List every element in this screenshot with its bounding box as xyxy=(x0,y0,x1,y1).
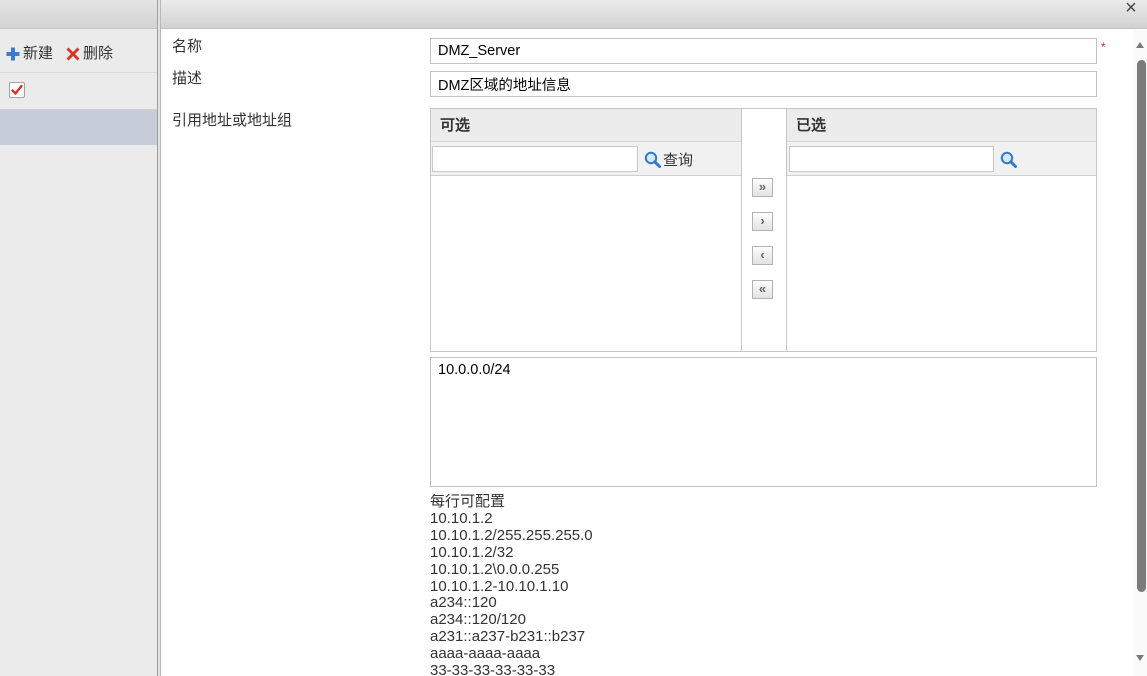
scroll-down-arrow-icon[interactable] xyxy=(1136,655,1144,661)
help-line: 每行可配置 xyxy=(430,494,506,510)
help-line: 10.10.1.2 xyxy=(430,509,493,527)
help-line: 10.10.1.2/255.255.255.0 xyxy=(430,526,593,544)
scroll-thumb[interactable] xyxy=(1137,60,1146,592)
delete-x-icon xyxy=(66,47,80,61)
selected-title: 已选 xyxy=(787,109,1096,142)
transfer-buttons: » › ‹ « xyxy=(741,109,787,351)
help-line: a231::a237-b231::b237 xyxy=(430,628,586,646)
available-search-input[interactable] xyxy=(432,146,638,172)
available-title: 可选 xyxy=(431,109,741,142)
delete-button-label: 删除 xyxy=(83,45,114,62)
delete-button[interactable]: 删除 xyxy=(66,40,113,68)
sidebar: 新建 删除 xyxy=(0,0,158,676)
add-all-button[interactable]: » xyxy=(752,178,773,197)
help-text: 每行可配置 10.10.1.2 10.10.1.2/255.255.255.0 … xyxy=(430,494,1090,676)
selected-search-input[interactable] xyxy=(789,146,994,172)
address-dialog: × 名称 * 描述 引用地址或地址组 可选 查询 xyxy=(161,0,1147,676)
close-icon[interactable]: × xyxy=(1123,0,1139,19)
help-line: 10.10.1.2\0.0.0.255 xyxy=(430,560,560,578)
search-icon xyxy=(644,151,661,168)
selected-search-bar xyxy=(787,142,1096,176)
help-line: aaaa-aaaa-aaaa xyxy=(430,645,541,663)
address-textarea[interactable]: 10.0.0.0/24 xyxy=(430,357,1097,487)
add-button[interactable]: › xyxy=(752,212,773,231)
new-button[interactable]: 新建 xyxy=(6,40,53,68)
reference-label: 引用地址或地址组 xyxy=(172,112,293,129)
dual-list-selector: 可选 查询 » › ‹ « 已选 xyxy=(430,108,1097,352)
sidebar-row-selected[interactable] xyxy=(0,110,157,145)
help-line: 10.10.1.2/32 xyxy=(430,543,514,561)
available-pane: 可选 查询 xyxy=(431,109,741,351)
sidebar-toolbar: 新建 删除 xyxy=(0,40,157,68)
required-mark: * xyxy=(1101,40,1106,54)
sidebar-row[interactable] xyxy=(0,72,157,110)
scroll-up-arrow-icon[interactable] xyxy=(1136,42,1144,48)
remove-all-button[interactable]: « xyxy=(752,280,773,299)
selected-pane: 已选 xyxy=(787,109,1096,351)
available-search-label: 查询 xyxy=(663,151,694,169)
selected-list[interactable] xyxy=(787,176,1096,351)
description-label: 描述 xyxy=(172,70,203,87)
help-line: a234::120/120 xyxy=(430,611,526,629)
vertical-scrollbar[interactable] xyxy=(1134,30,1147,676)
dialog-header: × xyxy=(161,0,1147,29)
help-line: 33-33-33-33-33-33 xyxy=(430,662,556,676)
description-input[interactable] xyxy=(430,71,1097,97)
search-icon xyxy=(1000,151,1017,168)
new-button-label: 新建 xyxy=(23,45,54,62)
sidebar-header xyxy=(0,0,157,29)
available-search-bar: 查询 xyxy=(431,142,741,176)
check-icon xyxy=(11,84,23,95)
selected-search-button[interactable] xyxy=(1000,146,1017,172)
name-label: 名称 xyxy=(172,38,203,55)
row-checkbox[interactable] xyxy=(9,82,25,98)
help-line: a234::120 xyxy=(430,594,497,612)
remove-button[interactable]: ‹ xyxy=(752,246,773,265)
name-input[interactable] xyxy=(430,38,1097,64)
plus-icon xyxy=(6,47,20,61)
available-search-button[interactable]: 查询 xyxy=(644,146,693,172)
available-list[interactable] xyxy=(431,176,741,351)
help-line: 10.10.1.2-10.10.1.10 xyxy=(430,577,569,595)
